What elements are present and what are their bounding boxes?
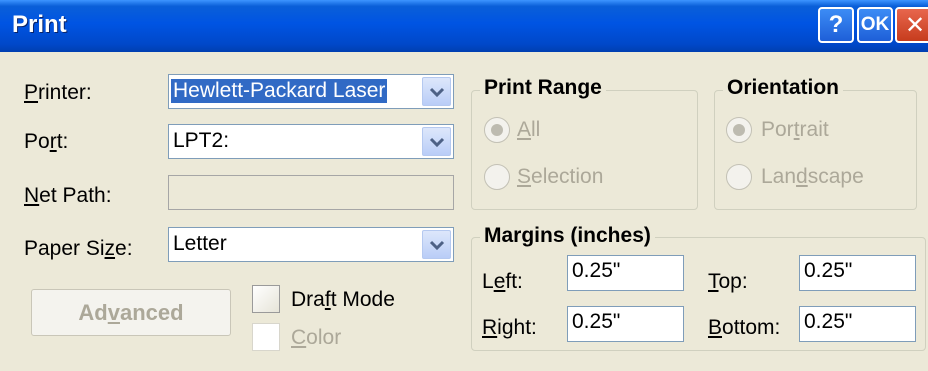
chevron-down-icon: [429, 87, 444, 97]
net-path-field[interactable]: [168, 175, 454, 210]
close-button[interactable]: ✕: [895, 7, 928, 43]
printer-select[interactable]: Hewlett-Packard Laser: [168, 74, 454, 109]
orientation-landscape-radio[interactable]: [726, 164, 752, 190]
title-bar[interactable]: Print ? OK ✕: [0, 0, 928, 52]
margin-bottom-label: Bottom:: [708, 316, 781, 339]
port-select[interactable]: LPT2:: [168, 124, 454, 159]
color-checkbox[interactable]: [252, 323, 280, 351]
margin-right-label: Right:: [482, 316, 537, 339]
margin-top-label: Top:: [708, 270, 748, 293]
print-dialog: Print ? OK ✕ Printer: Hewlett-Packard La…: [0, 0, 928, 371]
orientation-portrait-label: Portrait: [761, 118, 829, 141]
margin-left-input[interactable]: 0.25": [567, 255, 684, 291]
color-label: Color: [291, 326, 342, 349]
orientation-group: [714, 90, 917, 210]
margins-title: Margins (inches): [480, 224, 655, 248]
orientation-portrait-radio[interactable]: [726, 117, 752, 143]
orientation-title: Orientation: [723, 76, 844, 100]
help-icon: ?: [828, 11, 844, 38]
paper-size-label: Paper Size:: [24, 237, 133, 260]
ok-button[interactable]: OK: [857, 7, 893, 43]
print-range-all-radio[interactable]: [484, 117, 510, 143]
paper-size-value: Letter: [173, 232, 227, 255]
ok-label: OK: [860, 14, 890, 35]
print-range-all-label: All: [517, 118, 541, 141]
close-icon: ✕: [904, 11, 926, 39]
window-title: Print: [12, 11, 67, 38]
margin-right-input[interactable]: 0.25": [567, 306, 684, 342]
margin-top-input[interactable]: 0.25": [799, 255, 916, 291]
port-label: Port:: [24, 130, 69, 153]
orientation-landscape-label: Landscape: [761, 165, 864, 188]
net-path-label: Net Path:: [24, 184, 112, 207]
draft-mode-checkbox[interactable]: [252, 285, 280, 313]
margin-left-label: Left:: [482, 270, 523, 293]
margin-bottom-input[interactable]: 0.25": [799, 306, 916, 342]
print-range-selection-label: Selection: [517, 165, 604, 188]
help-button[interactable]: ?: [818, 7, 854, 43]
paper-size-select[interactable]: Letter: [168, 227, 454, 262]
printer-dropdown-button[interactable]: [422, 77, 451, 106]
port-value: LPT2:: [173, 129, 230, 152]
printer-value: Hewlett-Packard Laser: [171, 79, 388, 103]
draft-mode-label: Draft Mode: [291, 288, 395, 311]
print-range-group: [471, 90, 698, 210]
port-dropdown-button[interactable]: [422, 127, 451, 156]
chevron-down-icon: [429, 240, 444, 250]
print-range-selection-radio[interactable]: [484, 164, 510, 190]
chevron-down-icon: [429, 137, 444, 147]
print-range-title: Print Range: [480, 76, 606, 100]
printer-label: Printer:: [24, 81, 92, 104]
advanced-button[interactable]: Advanced: [31, 289, 231, 336]
paper-size-dropdown-button[interactable]: [422, 230, 451, 259]
